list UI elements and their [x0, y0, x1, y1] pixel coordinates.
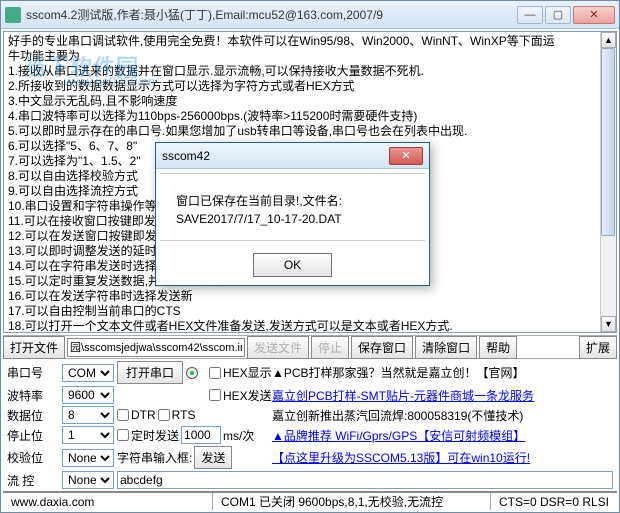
flow-label: 流 控	[7, 472, 59, 489]
input-label: 字符串输入框:	[117, 449, 192, 466]
baud-select[interactable]: 9600	[62, 386, 114, 404]
close-button[interactable]: ✕	[573, 6, 615, 24]
toolbar: 打开文件 发送文件 停止 保存窗口 清除窗口 帮助 扩展	[3, 335, 617, 359]
send-file-button[interactable]: 发送文件	[247, 336, 309, 359]
maximize-button[interactable]: ▢	[545, 6, 571, 24]
interval-input[interactable]	[181, 426, 221, 444]
scroll-up-icon[interactable]: ▲	[601, 32, 616, 48]
ad-line-4[interactable]: ▲品牌推荐 WiFi/Gprs/GPS【安信可射频模组】	[272, 427, 613, 444]
settings-panel: 串口号 COM1 打开串口 HEX显示 ▲PCB打样那家强？当然就是嘉立创！【官…	[3, 359, 617, 492]
statusbar: www.daxia.com COM1 已关闭 9600bps,8,1,无校验,无…	[3, 492, 617, 510]
titlebar: sscom4.2测试版,作者:聂小猛(丁丁),Email:mcu52@163.c…	[1, 1, 619, 29]
rts-check[interactable]: RTS	[158, 408, 196, 422]
hex-send-check[interactable]: HEX发送	[209, 387, 269, 404]
flow-select[interactable]: None	[62, 471, 114, 489]
open-port-button[interactable]: 打开串口	[117, 361, 183, 384]
parity-label: 校验位	[7, 449, 59, 466]
window-title: sscom4.2测试版,作者:聂小猛(丁丁),Email:mcu52@163.c…	[26, 6, 517, 23]
port-indicator-icon	[186, 367, 198, 379]
help-button[interactable]: 帮助	[479, 336, 517, 359]
interval-unit: ms/次	[223, 427, 254, 444]
dialog-close-button[interactable]: ✕	[389, 147, 423, 165]
ad-line-1: ▲PCB打样那家强？当然就是嘉立创！【官网】	[272, 364, 613, 381]
dtr-check[interactable]: DTR	[117, 408, 156, 422]
dialog-text-2: SAVE2017/7/17_10-17-20.DAT	[176, 210, 409, 228]
status-url: www.daxia.com	[3, 493, 213, 510]
dialog-title: sscom42	[162, 149, 389, 163]
data-select[interactable]: 8	[62, 406, 114, 424]
hex-show-check[interactable]: HEX显示	[209, 364, 269, 381]
scroll-thumb[interactable]	[601, 48, 615, 236]
ad-line-2[interactable]: 嘉立创PCB打样-SMT贴片-元器件商城一条龙服务	[272, 387, 613, 404]
port-select[interactable]: COM1	[62, 364, 114, 382]
stop-label: 停止位	[7, 427, 59, 444]
scrollbar-vertical[interactable]: ▲ ▼	[600, 32, 616, 332]
dialog-text-1: 窗口已保存在当前目录!,文件名:	[176, 192, 409, 210]
scroll-down-icon[interactable]: ▼	[601, 316, 616, 332]
stop-button[interactable]: 停止	[311, 336, 349, 359]
clear-window-button[interactable]: 清除窗口	[415, 336, 477, 359]
ad-line-5[interactable]: 【点这里升级为SSCOM5.13版】可在win10运行!	[272, 449, 613, 466]
status-port: COM1 已关闭 9600bps,8,1,无校验,无流控	[213, 493, 491, 510]
baud-label: 波特率	[7, 387, 59, 404]
send-input[interactable]	[117, 471, 613, 489]
data-label: 数据位	[7, 407, 59, 424]
send-button[interactable]: 发送	[194, 446, 232, 469]
save-dialog: sscom42 ✕ 窗口已保存在当前目录!,文件名: SAVE2017/7/17…	[155, 142, 430, 286]
port-label: 串口号	[7, 364, 59, 381]
ad-line-3: 嘉立创新推出蒸汽回流焊:800058319(不懂技术)	[272, 407, 613, 424]
parity-select[interactable]: None	[62, 449, 114, 467]
stop-select[interactable]: 1	[62, 426, 114, 444]
dialog-ok-button[interactable]: OK	[253, 253, 332, 277]
save-window-button[interactable]: 保存窗口	[351, 336, 413, 359]
file-path-input[interactable]	[67, 338, 245, 357]
open-file-button[interactable]: 打开文件	[3, 336, 65, 359]
extend-button[interactable]: 扩展	[579, 336, 617, 359]
app-icon	[5, 7, 21, 23]
minimize-button[interactable]: —	[517, 6, 543, 24]
status-signals: CTS=0 DSR=0 RLSI	[491, 493, 617, 510]
timed-send-check[interactable]: 定时发送	[117, 427, 179, 444]
